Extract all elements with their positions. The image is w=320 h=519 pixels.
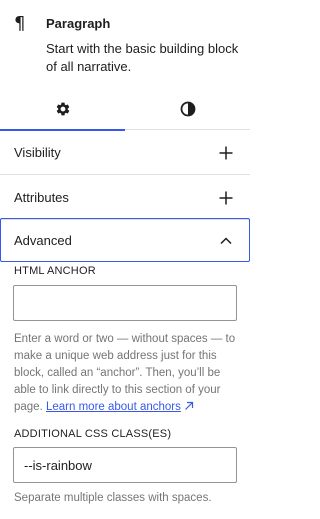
gear-icon	[56, 102, 69, 116]
chevron-up-icon	[220, 237, 232, 245]
learn-more-anchors-link[interactable]: Learn more about anchors	[46, 401, 194, 413]
css-class-input[interactable]	[13, 447, 237, 483]
tab-styles[interactable]	[125, 88, 250, 130]
panel-visibility-title: Visibility	[14, 145, 61, 160]
plus-icon	[219, 191, 233, 205]
pilcrow-icon: ¶	[14, 13, 26, 34]
panel-advanced-toggle[interactable]: Advanced	[0, 218, 250, 262]
external-link-icon	[184, 401, 193, 410]
css-class-label: ADDITIONAL CSS CLASS(ES)	[14, 428, 172, 440]
panel-attributes[interactable]: Attributes	[0, 176, 250, 220]
inspector-tabs	[0, 88, 250, 131]
panel-visibility[interactable]: Visibility	[0, 131, 250, 175]
html-anchor-help: Enter a word or two — without spaces — t…	[14, 331, 240, 416]
tab-settings[interactable]	[0, 88, 125, 131]
block-card: ¶ Paragraph Start with the basic buildin…	[0, 0, 250, 88]
panel-attributes-title: Attributes	[14, 190, 69, 205]
html-anchor-label: HTML ANCHOR	[14, 265, 96, 277]
contrast-icon	[180, 101, 195, 117]
panel-advanced-title: Advanced	[14, 233, 72, 248]
css-class-help: Separate multiple classes with spaces.	[14, 492, 212, 504]
block-description: Start with the basic building block of a…	[46, 41, 239, 74]
plus-icon	[219, 146, 233, 160]
learn-more-anchors-link-text: Learn more about anchors	[45, 401, 181, 413]
html-anchor-input[interactable]	[13, 285, 237, 321]
block-title: Paragraph	[46, 16, 111, 31]
